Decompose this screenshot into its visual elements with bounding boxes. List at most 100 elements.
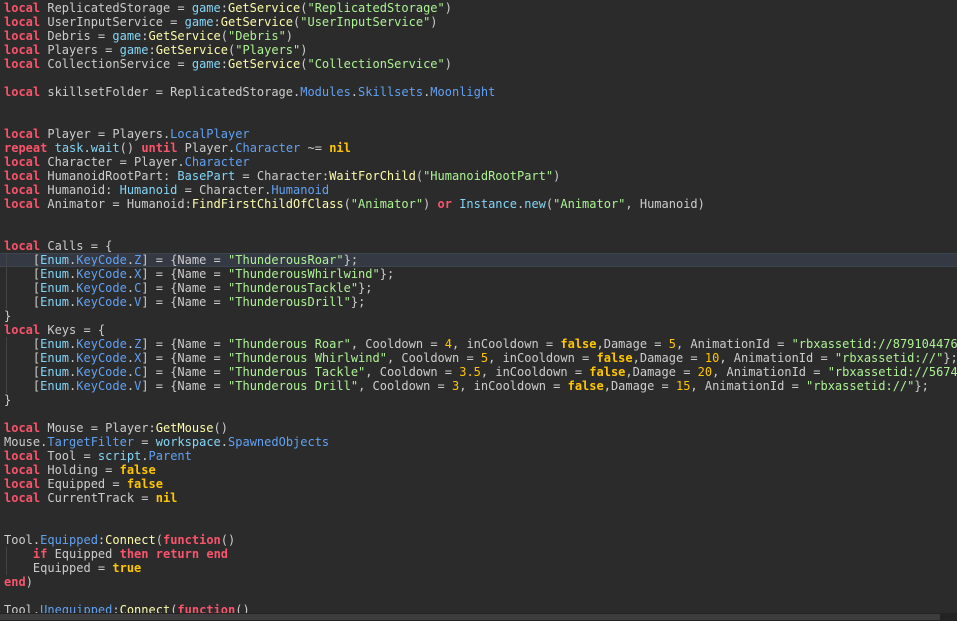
code-token: game (119, 43, 149, 57)
code-token: KeyCode (76, 281, 127, 295)
code-token: "Animator" (350, 197, 424, 211)
code-token: "UserInputService" (300, 15, 431, 29)
code-token: Holding = (40, 463, 120, 477)
code-line[interactable]: end) (0, 575, 957, 589)
code-line[interactable]: local Players = game:GetService("Players… (0, 43, 957, 57)
code-line[interactable]: local UserInputService = game:GetService… (0, 15, 957, 29)
code-line[interactable]: local Character = Player.Character (0, 155, 957, 169)
code-token: skillsetFolder = ReplicatedStorage. (40, 85, 301, 99)
code-line[interactable] (0, 99, 957, 113)
code-token: ,Damage = (603, 379, 676, 393)
code-token: FindFirstChildOfClass (191, 197, 344, 211)
code-token: "ThunderousTackle" (228, 281, 359, 295)
code-token: } (4, 309, 12, 323)
code-line[interactable]: local Animator = Humanoid:FindFirstChild… (0, 197, 957, 211)
code-line[interactable]: local Player = Players.LocalPlayer (0, 127, 957, 141)
code-line[interactable]: } (0, 393, 957, 407)
code-line[interactable]: if Equipped then return end (0, 547, 957, 561)
code-token: . (141, 449, 149, 463)
code-line[interactable]: local ReplicatedStorage = game:GetServic… (0, 1, 957, 15)
code-token: }; (914, 379, 929, 393)
code-token: Enum (40, 337, 70, 351)
code-token: : (112, 603, 120, 613)
code-token: }; (358, 281, 373, 295)
code-token: ,Damage = (625, 365, 698, 379)
code-line[interactable] (0, 113, 957, 127)
code-line[interactable]: Mouse.TargetFilter = workspace.SpawnedOb… (0, 435, 957, 449)
code-line-text: local UserInputService = game:GetService… (0, 15, 438, 29)
code-line[interactable]: local Mouse = Player:GetMouse() (0, 421, 957, 435)
code-line[interactable]: Tool.Unequipped:Connect(function() (0, 603, 957, 613)
code-token: Connect (119, 603, 171, 613)
horizontal-scrollbar[interactable] (0, 613, 957, 621)
code-line[interactable]: local skillsetFolder = ReplicatedStorage… (0, 85, 957, 99)
code-editor[interactable]: local ReplicatedStorage = game:GetServic… (0, 0, 957, 613)
code-token: Tool. (4, 533, 41, 547)
code-line-text: local Player = Players.LocalPlayer (0, 127, 250, 141)
code-token: GetService (227, 1, 301, 15)
code-line-text: local Equipped = false (0, 477, 163, 491)
code-line[interactable]: [Enum.KeyCode.Z] = {Name = "Thunderous R… (0, 337, 957, 351)
code-line[interactable] (0, 225, 957, 239)
code-token: Moonlight (430, 85, 496, 99)
code-line[interactable]: local Holding = false (0, 463, 957, 477)
code-line[interactable]: Equipped = true (0, 561, 957, 575)
code-token: [ (4, 379, 41, 393)
code-token: local (4, 463, 41, 477)
code-line[interactable] (0, 519, 957, 533)
code-line[interactable] (0, 71, 957, 85)
code-line[interactable] (0, 505, 957, 519)
code-line[interactable]: local HumanoidRootPart: BasePart = Chara… (0, 169, 957, 183)
code-token: [ (4, 295, 41, 309)
code-line[interactable]: local Debris = game:GetService("Debris") (0, 29, 957, 43)
code-line[interactable]: [Enum.KeyCode.V] = {Name = "Thunderous D… (0, 379, 957, 393)
code-token: script (97, 449, 142, 463)
code-token: task (54, 141, 84, 155)
code-token: . (350, 85, 359, 99)
code-token: . (126, 267, 135, 281)
code-line[interactable] (0, 407, 957, 421)
code-line-text: local Animator = Humanoid:FindFirstChild… (0, 197, 705, 211)
code-line[interactable]: [Enum.KeyCode.X] = {Name = "Thunderous W… (0, 351, 957, 365)
code-token: local (4, 43, 41, 57)
code-token: Mouse = Player: (40, 421, 156, 435)
code-token: Enum (40, 295, 70, 309)
scrollbar-thumb[interactable] (0, 614, 940, 620)
code-line[interactable]: repeat task.wait() until Player.Characte… (0, 141, 957, 155)
code-line[interactable] (0, 211, 957, 225)
code-token: Enum (40, 365, 70, 379)
indent-guide (6, 253, 7, 309)
code-token: () (220, 533, 236, 547)
code-token: Humanoid: (40, 183, 120, 197)
code-line[interactable]: [Enum.KeyCode.Z] = {Name = "ThunderousRo… (0, 253, 957, 267)
code-token: ] = {Name = (141, 337, 229, 351)
code-token: KeyCode (76, 379, 127, 393)
code-line[interactable]: local Keys = { (0, 323, 957, 337)
code-line[interactable]: } (0, 309, 957, 323)
code-token: KeyCode (76, 253, 127, 267)
code-line[interactable]: local Equipped = false (0, 477, 957, 491)
code-line[interactable]: local Humanoid: Humanoid = Character.Hum… (0, 183, 957, 197)
code-line[interactable]: local Calls = { (0, 239, 957, 253)
code-line[interactable]: [Enum.KeyCode.V] = {Name = "ThunderousDr… (0, 295, 957, 309)
code-token: local (4, 323, 41, 337)
code-token: , inCooldown = (459, 379, 568, 393)
code-line[interactable]: local CurrentTrack = nil (0, 491, 957, 505)
code-line[interactable]: [Enum.KeyCode.X] = {Name = "ThunderousWh… (0, 267, 957, 281)
code-line[interactable]: [Enum.KeyCode.C] = {Name = "Thunderous T… (0, 365, 957, 379)
code-token: game (184, 15, 214, 29)
code-line[interactable]: local CollectionService = game:GetServic… (0, 57, 957, 71)
code-line[interactable]: local Tool = script.Parent (0, 449, 957, 463)
code-line[interactable]: Tool.Equipped:Connect(function() (0, 533, 957, 547)
code-line[interactable]: [Enum.KeyCode.C] = {Name = "ThunderousTa… (0, 281, 957, 295)
code-token: }; (379, 267, 395, 281)
code-line-text: [Enum.KeyCode.Z] = {Name = "ThunderousRo… (0, 253, 358, 267)
code-token: "CollectionService" (307, 57, 445, 71)
code-token: . (126, 365, 135, 379)
code-line[interactable] (0, 589, 957, 603)
code-token: , Cooldown = (365, 365, 460, 379)
